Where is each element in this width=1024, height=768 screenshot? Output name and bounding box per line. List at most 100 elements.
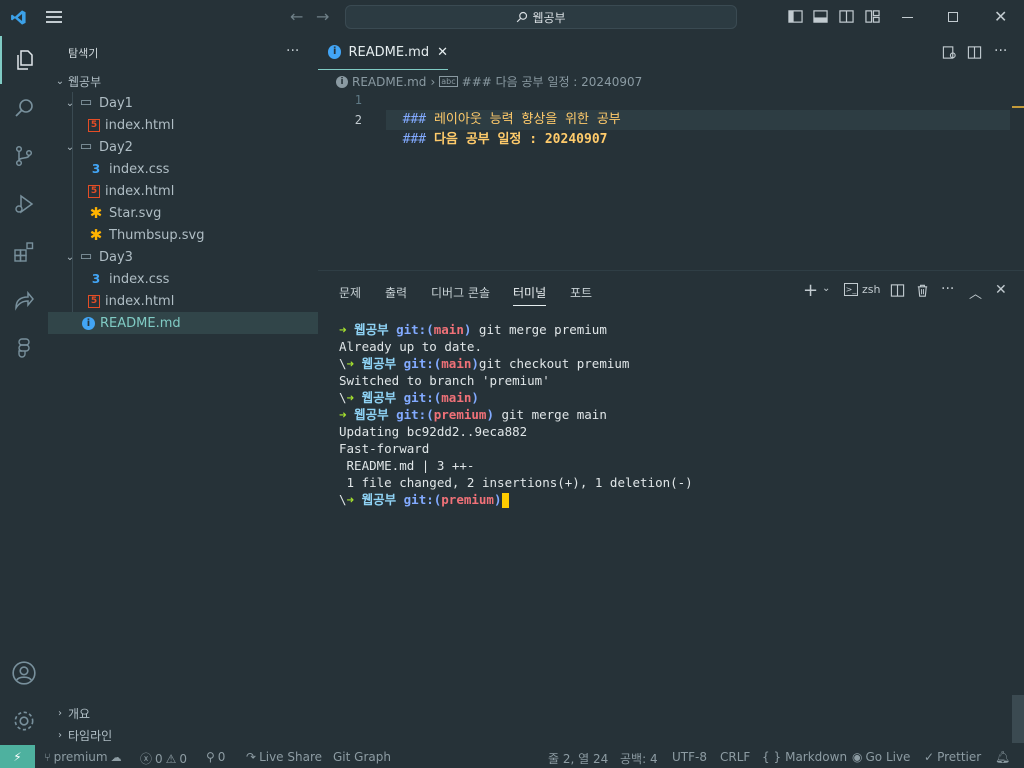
chevron-right-icon: › <box>430 74 436 89</box>
terminal-line-11[interactable]: \➜ 웹공부 git:(premium) <box>339 491 509 508</box>
remote-icon: ⚡︎ <box>13 749 22 764</box>
prettier-status[interactable]: ✓ Prettier <box>924 750 981 764</box>
tree-folder[interactable]: ⌄ ▭ Day2 <box>48 136 318 158</box>
tree-file[interactable]: ✱ Thumbsup.svg <box>48 224 318 246</box>
close-window-button[interactable]: ✕ <box>994 7 1007 26</box>
activity-bar <box>0 35 48 745</box>
html-file-icon: 5 <box>88 184 100 198</box>
tree-item-label: Day2 <box>99 139 133 155</box>
heading-symbol-icon: abc <box>439 76 458 87</box>
code-line-1[interactable]: ### 레이아웃 능력 향상을 위한 공부 <box>387 90 621 127</box>
tab-terminal[interactable]: 터미널 <box>513 284 547 306</box>
figma-icon[interactable] <box>0 324 48 372</box>
outline-section[interactable]: › 개요 <box>48 702 318 724</box>
terminal-line-9: README.md | 3 ++- <box>339 458 475 473</box>
command-center-search[interactable]: 웹공부 <box>345 5 737 29</box>
problems-status[interactable]: ⓧ 0 ⚠ 0 <box>140 750 187 767</box>
close-tab-icon[interactable]: ✕ <box>437 45 448 60</box>
tree-file[interactable]: ✱ Star.svg <box>48 202 318 224</box>
tab-ports[interactable]: 포트 <box>570 284 592 301</box>
tab-readme[interactable]: i README.md ✕ <box>318 35 448 70</box>
tree-item-label: Day3 <box>99 249 133 265</box>
tree-item-label: README.md <box>100 315 181 331</box>
menu-icon[interactable] <box>46 11 62 23</box>
tab-debug-console[interactable]: 디버그 콘솔 <box>431 284 490 301</box>
indentation[interactable]: 공백: 4 <box>620 750 658 767</box>
title-bar: ← → 웹공부 ✕ <box>0 0 1024 35</box>
heading-marker: ### <box>402 132 427 147</box>
tree-root-folder[interactable]: ⌄ 웹공부 <box>48 70 318 92</box>
editor-area <box>318 35 1024 270</box>
extensions-icon[interactable] <box>0 228 48 276</box>
toggle-secondary-sidebar-icon[interactable] <box>839 9 855 25</box>
breadcrumb-file[interactable]: README.md <box>352 75 426 89</box>
branch-status[interactable]: ⑂ premium ☁ <box>44 750 122 764</box>
remote-indicator[interactable]: ⚡︎ <box>0 745 35 768</box>
branch-name: premium <box>53 750 108 764</box>
more-actions-icon[interactable]: ··· <box>286 43 299 59</box>
run-debug-icon[interactable] <box>0 180 48 228</box>
tree-item-label: Day1 <box>99 95 133 111</box>
forward-arrow-icon[interactable]: → <box>316 7 329 26</box>
account-icon[interactable] <box>0 649 48 697</box>
tree-file[interactable]: 3 index.css <box>48 158 318 180</box>
tab-problems[interactable]: 문제 <box>339 284 361 301</box>
split-editor-icon[interactable] <box>967 45 982 64</box>
terminal-line-1: ➜ 웹공부 git:(main) git merge premium <box>339 322 607 337</box>
tree-file[interactable]: 5 index.html <box>48 290 318 312</box>
maximize-panel-chevron-up-icon[interactable]: ︿ <box>969 283 982 302</box>
tree-file[interactable]: 5 index.html <box>48 114 318 136</box>
new-terminal-icon[interactable]: + <box>803 280 818 301</box>
editor-more-icon[interactable]: ··· <box>994 43 1007 59</box>
language-mode[interactable]: { } Markdown <box>762 750 847 764</box>
tree-folder[interactable]: ⌄ ▭ Day1 <box>48 92 318 114</box>
source-control-icon[interactable] <box>0 132 48 180</box>
toggle-primary-sidebar-icon[interactable] <box>788 9 804 25</box>
folder-open-icon: ▭ <box>79 249 93 264</box>
chevron-down-icon: ⌄ <box>65 97 75 109</box>
terminal-shell-indicator[interactable]: >_ zsh <box>844 283 880 296</box>
terminal-scrollbar[interactable] <box>1012 695 1024 743</box>
panel-more-icon[interactable]: ··· <box>941 281 954 297</box>
tree-file[interactable]: 5 index.html <box>48 180 318 202</box>
encoding[interactable]: UTF-8 <box>672 750 707 764</box>
tree-file[interactable]: 3 index.css <box>48 268 318 290</box>
explorer-icon[interactable] <box>0 36 48 84</box>
kill-terminal-trash-icon[interactable] <box>915 283 930 302</box>
sidebar-title: 탐색기 <box>68 47 99 60</box>
folder-open-icon: ▭ <box>79 95 93 110</box>
split-terminal-icon[interactable] <box>890 283 905 302</box>
ports-status[interactable]: ⚲ 0 <box>206 750 225 764</box>
back-arrow-icon[interactable]: ← <box>290 7 303 26</box>
breadcrumb-symbol[interactable]: ### 다음 공부 일정 : 20240907 <box>462 73 643 90</box>
settings-gear-icon[interactable] <box>0 697 48 745</box>
broadcast-icon: ◉ <box>852 750 863 764</box>
cursor-position[interactable]: 줄 2, 열 24 <box>548 750 608 767</box>
live-share-icon[interactable] <box>0 276 48 324</box>
go-live-status[interactable]: ◉ Go Live <box>852 750 910 764</box>
minimize-button[interactable] <box>902 17 913 18</box>
tree-file[interactable]: i README.md <box>48 312 318 334</box>
maximize-button[interactable] <box>948 12 958 22</box>
close-panel-icon[interactable]: ✕ <box>995 282 1007 298</box>
terminal-line-3: \➜ 웹공부 git:(main)git checkout premium <box>339 356 630 371</box>
end-of-line[interactable]: CRLF <box>720 750 750 764</box>
timeline-section[interactable]: › 타임라인 <box>48 724 318 746</box>
open-preview-icon[interactable] <box>942 45 957 64</box>
customize-layout-icon[interactable] <box>865 9 881 25</box>
markdown-info-icon: i <box>82 316 95 330</box>
tree-folder[interactable]: ⌄ ▭ Day3 <box>48 246 318 268</box>
tab-output[interactable]: 출력 <box>385 284 407 301</box>
tree-item-label: index.css <box>109 271 170 287</box>
heading-text: 다음 공부 일정 : 20240907 <box>426 132 608 147</box>
chevron-down-icon[interactable]: ⌄ <box>822 283 830 294</box>
search-icon[interactable] <box>0 84 48 132</box>
status-bar: ⑂ premium ☁ ⓧ 0 ⚠ 0 ⚲ 0 ↷ Live Share Git Gra… <box>0 745 1024 768</box>
code-line-2[interactable]: ### 다음 공부 일정 : 20240907 <box>387 110 608 147</box>
git-graph-status[interactable]: Git Graph <box>333 750 391 764</box>
search-text: 웹공부 <box>532 10 566 25</box>
notifications-bell-icon[interactable]: 🔔︎ <box>995 750 1010 764</box>
overview-ruler-marker <box>1012 106 1024 108</box>
toggle-panel-icon[interactable] <box>813 9 829 25</box>
live-share-status[interactable]: ↷ Live Share <box>246 750 322 764</box>
